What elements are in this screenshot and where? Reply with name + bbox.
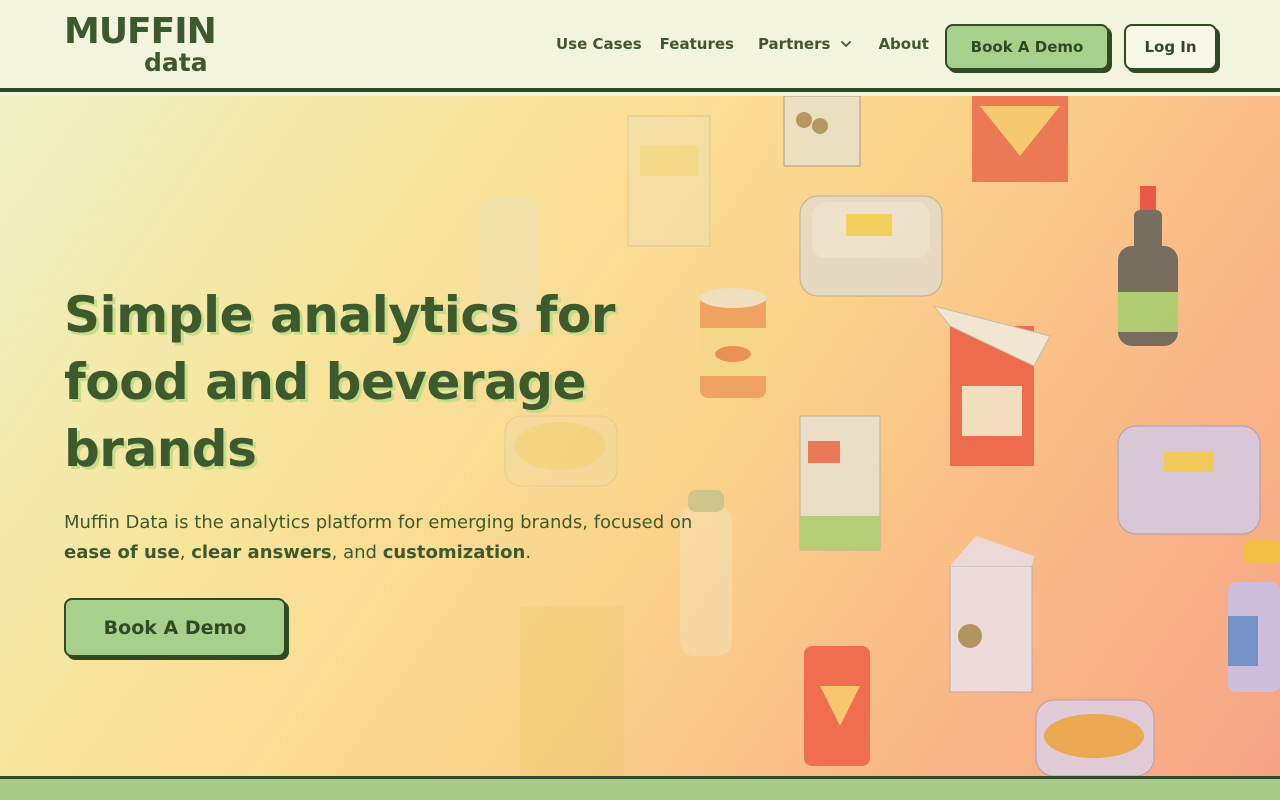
- hero-title: Simple analytics for food and beverage b…: [64, 286, 615, 478]
- nav-use-cases[interactable]: Use Cases: [556, 35, 642, 53]
- hero-subtitle-comma-2: , and: [331, 542, 383, 563]
- nav-partners-label: Partners: [757, 35, 831, 53]
- hero-subtitle-custom: customization: [382, 542, 526, 563]
- next-section-edge: [0, 776, 1280, 800]
- log-in-button[interactable]: Log In: [1124, 24, 1217, 70]
- hero-section: Simple analytics for food and beverage b…: [0, 96, 1280, 776]
- hero-subtitle-comma-1: ,: [179, 542, 192, 563]
- logo-subword: data: [144, 48, 208, 77]
- hero-subtitle-period: .: [525, 542, 532, 563]
- hero-subtitle: Muffin Data is the analytics platform fo…: [64, 508, 704, 568]
- nav-partners-dropdown[interactable]: Partners: [758, 35, 852, 53]
- site-header: MUFFIN data Use Cases Features Partners …: [0, 0, 1280, 92]
- nav-about[interactable]: About: [878, 35, 929, 53]
- book-demo-button-hero[interactable]: Book A Demo: [64, 598, 286, 657]
- hero-subtitle-start: Muffin Data is the analytics platform fo…: [64, 512, 693, 533]
- main-nav: Use Cases Features Partners About: [556, 33, 929, 55]
- nav-features[interactable]: Features: [660, 35, 734, 53]
- hero-subtitle-clear: clear answers: [191, 542, 332, 563]
- hero-subtitle-ease: ease of use: [64, 542, 180, 563]
- logo-wordmark: MUFFIN: [64, 11, 217, 52]
- chevron-down-icon: [841, 41, 852, 47]
- muffin-data-logo[interactable]: MUFFIN data: [64, 11, 217, 78]
- soup-can-icon: [700, 288, 766, 398]
- book-demo-button-header[interactable]: Book A Demo: [945, 24, 1109, 70]
